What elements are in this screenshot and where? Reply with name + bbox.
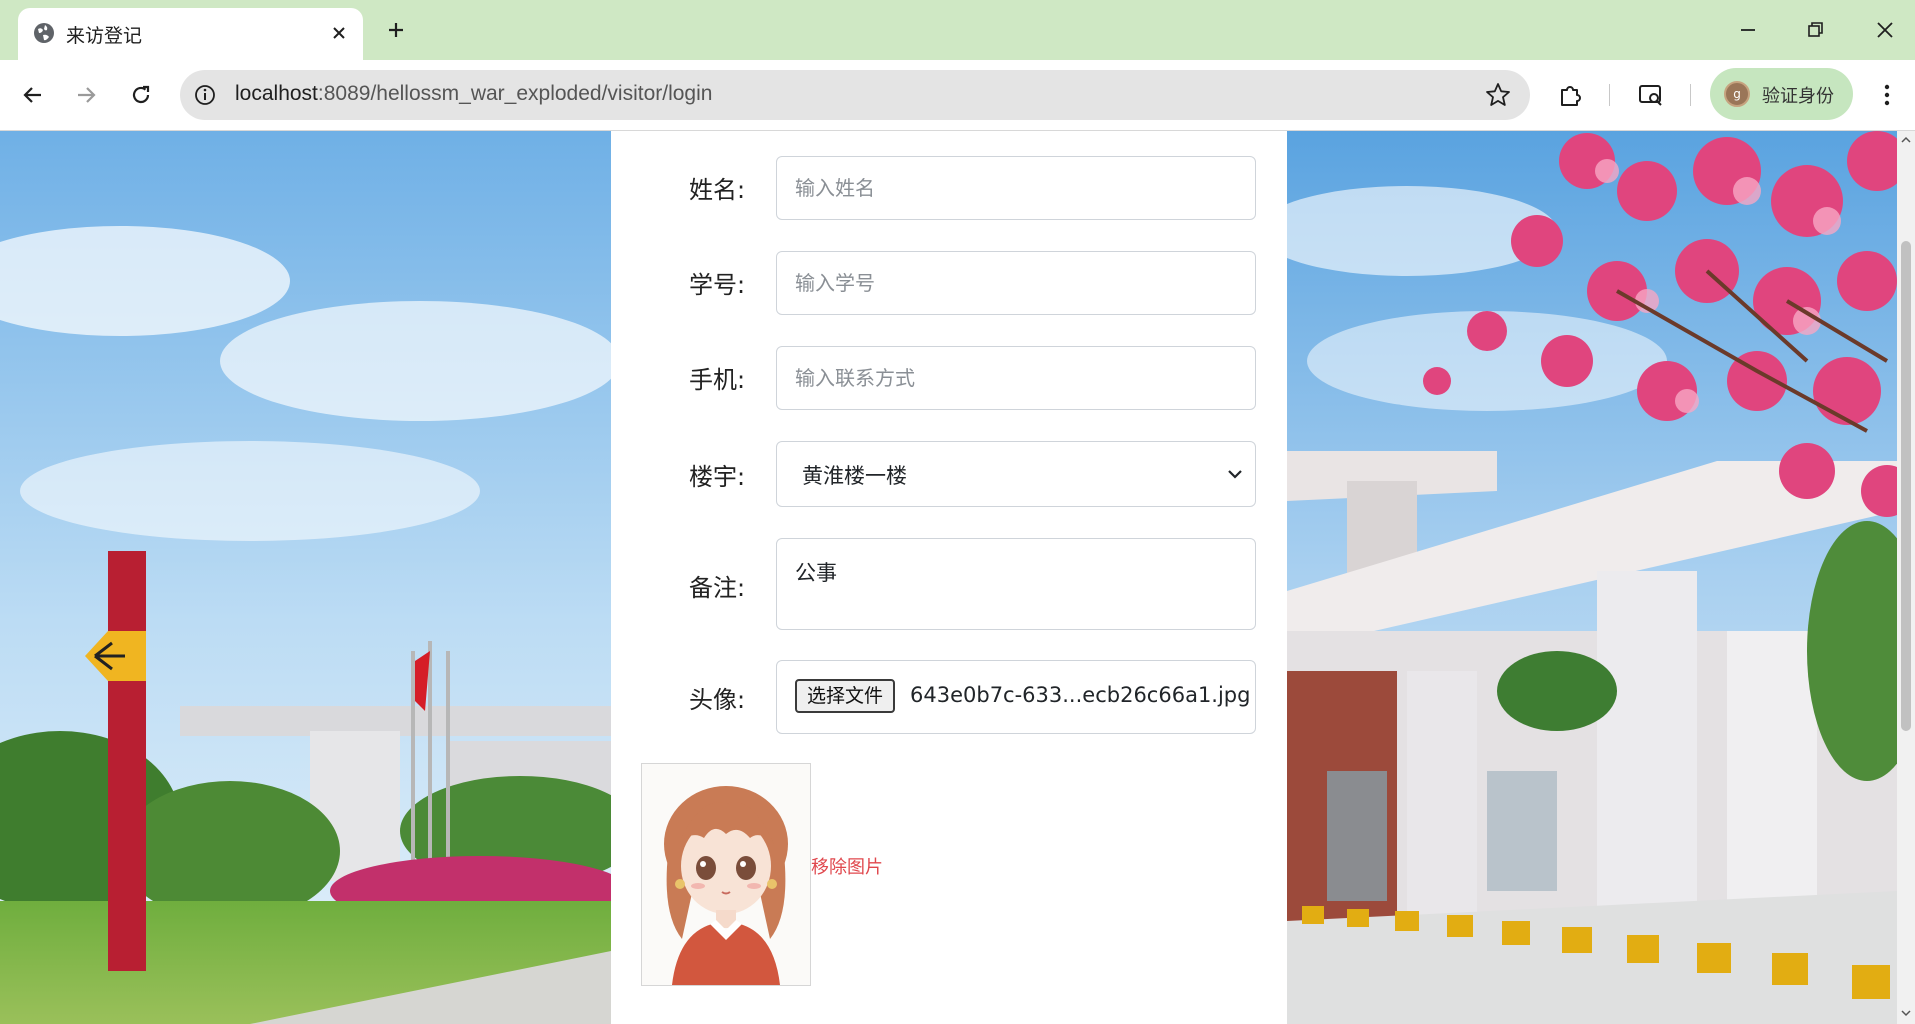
phone-input[interactable] (776, 346, 1256, 410)
url-text: localhost:8089/hellossm_war_exploded/vis… (235, 82, 712, 106)
campus-background-left (0, 131, 611, 1024)
tab-title: 来访登记 (66, 25, 143, 47)
remark-label: 备注: (689, 574, 746, 602)
minimize-icon[interactable] (1718, 8, 1778, 52)
remark-value: 公事 (795, 561, 837, 585)
scroll-down-icon[interactable] (1901, 1008, 1911, 1018)
avatar: g (1724, 81, 1750, 107)
chevron-down-icon (1228, 470, 1242, 479)
scroll-up-icon[interactable] (1901, 135, 1911, 145)
visitor-form: 姓名: 学号: 手机: 楼宇: 黄淮楼一楼 备注: 公事 (611, 131, 1287, 1024)
window-close-icon[interactable] (1855, 8, 1915, 52)
tab-strip: 来访登记 (0, 0, 1915, 60)
media-icon[interactable] (1632, 76, 1670, 114)
name-input[interactable] (776, 156, 1256, 220)
url-host: localhost (235, 82, 318, 105)
globe-icon (34, 23, 54, 43)
url-path: :8089/hellossm_war_exploded/visitor/logi… (317, 82, 713, 105)
profile-button[interactable]: g 验证身份 (1710, 68, 1853, 120)
page-scrollbar[interactable] (1897, 131, 1915, 1024)
plus-icon[interactable] (380, 14, 412, 46)
building-label: 楼宇: (689, 463, 746, 491)
browser-tab[interactable]: 来访登记 (18, 8, 363, 60)
browser-toolbar: localhost:8089/hellossm_war_exploded/vis… (0, 60, 1915, 131)
extensions-icon[interactable] (1552, 76, 1590, 114)
avatar-preview (641, 763, 811, 986)
address-bar[interactable]: localhost:8089/hellossm_war_exploded/vis… (180, 70, 1530, 120)
reload-icon[interactable] (121, 75, 161, 115)
page-viewport: 姓名: 学号: 手机: 楼宇: 黄淮楼一楼 备注: 公事 (0, 131, 1897, 1024)
remove-image-link[interactable]: 移除图片 (811, 853, 883, 879)
forward-arrow-icon[interactable] (66, 75, 106, 115)
student-id-label: 学号: (689, 271, 746, 299)
info-icon[interactable] (192, 82, 218, 108)
back-arrow-icon[interactable] (13, 75, 53, 115)
profile-label: 验证身份 (1762, 86, 1834, 107)
building-selected-value: 黄淮楼一楼 (802, 464, 907, 488)
avatar-preview-image (642, 764, 810, 985)
restore-icon[interactable] (1786, 8, 1846, 52)
remark-textarea[interactable]: 公事 (776, 538, 1256, 630)
toolbar-divider (1609, 84, 1610, 106)
close-icon[interactable] (325, 19, 353, 47)
student-id-input[interactable] (776, 251, 1256, 315)
phone-label: 手机: (689, 366, 746, 394)
choose-file-button[interactable]: 选择文件 (795, 679, 896, 713)
avatar-label: 头像: (689, 686, 746, 714)
campus-background-right (1287, 131, 1897, 1024)
selected-file-name: 643e0b7c-633...ecb26c66a1.jpg (910, 683, 1251, 707)
toolbar-divider (1690, 84, 1691, 106)
star-icon[interactable] (1484, 81, 1512, 109)
scrollbar-thumb[interactable] (1901, 241, 1911, 731)
menu-icon[interactable] (1868, 76, 1906, 114)
name-label: 姓名: (689, 176, 746, 204)
avatar-file-input: 选择文件 643e0b7c-633...ecb26c66a1.jpg (776, 660, 1256, 734)
building-select[interactable]: 黄淮楼一楼 (776, 441, 1256, 507)
